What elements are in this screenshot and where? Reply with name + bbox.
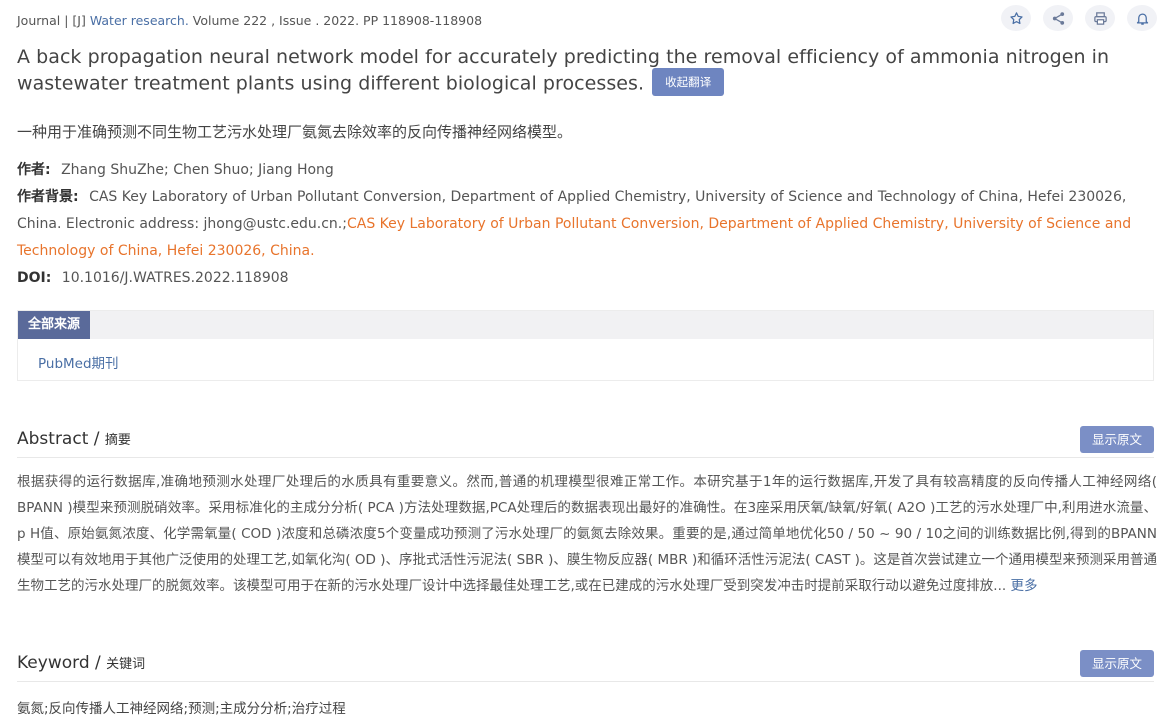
abstract-text: 根据获得的运行数据库,准确地预测水处理厂处理后的水质具有重要意义。然而,普通的机…	[17, 474, 1157, 594]
doi-label: DOI:	[17, 270, 52, 286]
bell-icon	[1136, 13, 1148, 25]
abstract-more-link[interactable]: 更多	[1010, 578, 1037, 594]
share-icon	[1052, 11, 1064, 25]
article-title-text: A back propagation neural network model …	[17, 46, 1110, 95]
notify-button[interactable]	[1127, 5, 1157, 31]
abstract-title: Abstract / 摘要	[17, 429, 131, 449]
print-button[interactable]	[1085, 5, 1115, 31]
keyword-list: 氨氮;反向传播人工神经网络;预测;主成分分析;治疗过程	[17, 701, 346, 717]
share-button[interactable]	[1043, 5, 1073, 31]
action-toolbar	[1001, 5, 1157, 31]
abstract-title-en: Abstract /	[17, 429, 100, 449]
abstract-title-cn: 摘要	[104, 433, 131, 448]
keyword-title-cn: 关键词	[106, 657, 146, 672]
article-title-translated: 一种用于准确预测不同生物工艺污水处理厂氨氮去除效率的反向传播神经网络模型。	[17, 123, 573, 141]
journal-details: Volume 222 , Issue . 2022. PP 118908-118…	[192, 13, 483, 28]
authors-label: 作者:	[17, 162, 51, 178]
keyword-header: Keyword / 关键词 显示原文	[17, 650, 1154, 682]
affiliation-label: 作者背景:	[17, 189, 79, 205]
journal-prefix: Journal | [J]	[17, 13, 86, 28]
abstract-header: Abstract / 摘要 显示原文	[17, 426, 1154, 458]
authors-value: Zhang ShuZhe; Chen Shuo; Jiang Hong	[61, 162, 334, 178]
sources-panel: 全部来源 PubMed期刊	[17, 310, 1154, 381]
doi-value: 10.1016/J.WATRES.2022.118908	[61, 270, 289, 286]
affiliation-row: 作者背景: CAS Key Laboratory of Urban Pollut…	[17, 184, 1157, 265]
keyword-title: Keyword / 关键词	[17, 653, 145, 673]
authors-row: 作者: Zhang ShuZhe; Chen Shuo; Jiang Hong	[17, 157, 1157, 184]
abstract-show-original-button[interactable]: 显示原文	[1080, 426, 1154, 453]
sources-tabbar: 全部来源	[18, 311, 1153, 339]
article-info: 作者: Zhang ShuZhe; Chen Shuo; Jiang Hong …	[17, 157, 1157, 292]
keyword-title-en: Keyword /	[17, 653, 101, 673]
collapse-translation-button[interactable]: 收起翻译	[652, 68, 725, 96]
abstract-body: 根据获得的运行数据库,准确地预测水处理厂处理后的水质具有重要意义。然而,普通的机…	[17, 469, 1157, 599]
favorite-button[interactable]	[1001, 5, 1031, 31]
journal-meta: Journal | [J] Water research. Volume 222…	[17, 13, 482, 28]
source-link[interactable]: PubMed期刊	[18, 339, 1153, 372]
journal-name-link[interactable]: Water research.	[90, 13, 189, 28]
tab-all-sources[interactable]: 全部来源	[18, 311, 91, 339]
article-title: A back propagation neural network model …	[17, 44, 1137, 98]
keyword-show-original-button[interactable]: 显示原文	[1080, 650, 1154, 677]
print-icon	[1093, 11, 1107, 25]
star-icon	[1009, 11, 1023, 24]
doi-row: DOI: 10.1016/J.WATRES.2022.118908	[17, 265, 1157, 292]
